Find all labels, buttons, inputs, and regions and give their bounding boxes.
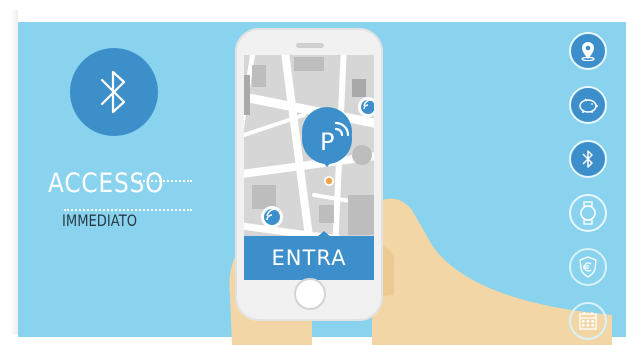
watch-icon: [580, 201, 596, 225]
promo-subtitle: IMMEDIATO: [62, 211, 138, 230]
location-pin-icon: [581, 42, 595, 61]
savings-menu-button[interactable]: [569, 86, 607, 124]
left-edge: [10, 10, 18, 335]
phone-home-button: [294, 278, 326, 310]
bluetooth-icon: [100, 70, 126, 114]
pin-letter: P: [320, 128, 334, 156]
calendar-icon: [579, 312, 597, 330]
watch-menu-button[interactable]: [569, 194, 607, 232]
calendar-menu-button[interactable]: [569, 302, 607, 340]
phone-screen-map: P: [244, 55, 374, 261]
promo-title: ACCESSO: [48, 168, 165, 199]
euro-shield-icon: [579, 256, 597, 278]
map-illustration: P: [244, 55, 374, 261]
euro-menu-button[interactable]: [569, 248, 607, 286]
bluetooth-menu-button[interactable]: [569, 140, 607, 178]
bluetooth-badge: [70, 48, 158, 136]
phone-speaker: [296, 43, 324, 48]
location-menu-button[interactable]: [569, 32, 607, 70]
entra-button[interactable]: ENTRA: [244, 236, 374, 280]
bluetooth-icon: [582, 150, 593, 168]
piggy-bank-icon: [579, 98, 598, 113]
